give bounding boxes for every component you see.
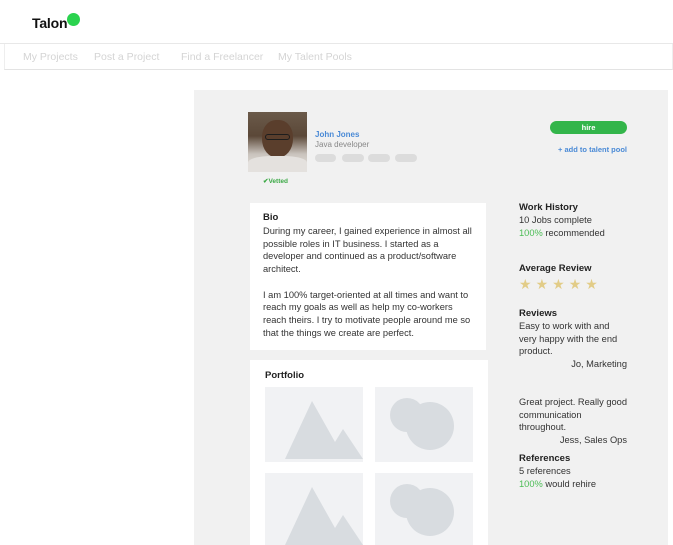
portfolio-card: Portfolio xyxy=(250,360,488,545)
recommended-percent: 100% xyxy=(519,227,543,238)
skill-tag[interactable] xyxy=(368,154,390,162)
app-logo[interactable]: Talon xyxy=(32,15,67,31)
references-heading: References xyxy=(519,453,571,464)
main-nav: My Projects Post a Project Find a Freela… xyxy=(4,44,673,70)
jobs-complete: 10 Jobs complete xyxy=(519,215,592,225)
bio-heading: Bio xyxy=(263,212,279,223)
references-section: References 5 references 100% would rehir… xyxy=(519,453,639,490)
portfolio-heading: Portfolio xyxy=(265,370,305,381)
nav-find-a-freelancer[interactable]: Find a Freelancer xyxy=(181,51,263,63)
average-review-section: Average Review ★★★★★ xyxy=(519,263,639,291)
star-rating: ★★★★★ xyxy=(519,277,639,291)
circles-placeholder-icon xyxy=(390,484,454,536)
reviews-heading: Reviews xyxy=(519,308,558,319)
rehire-label: would rehire xyxy=(542,478,597,489)
portfolio-item[interactable] xyxy=(375,473,473,545)
mountain-placeholder-icon xyxy=(285,487,363,545)
mountain-placeholder-icon xyxy=(285,401,363,459)
review-author: Jess, Sales Ops xyxy=(559,435,627,446)
star-icon: ★ xyxy=(585,276,602,292)
references-count: 5 references xyxy=(519,466,571,476)
star-icon: ★ xyxy=(568,276,586,292)
nav-my-projects[interactable]: My Projects xyxy=(23,51,78,63)
avatar-glasses xyxy=(265,134,290,140)
portfolio-item[interactable] xyxy=(265,387,363,462)
logo-dot-icon xyxy=(67,13,80,26)
star-icon: ★ xyxy=(519,276,536,292)
skill-tag[interactable] xyxy=(395,154,417,162)
review-item: Great project. Really good communication… xyxy=(519,396,627,447)
avatar xyxy=(248,112,307,172)
vetted-label: Vetted xyxy=(268,178,288,185)
bio-card: Bio During my career, I gained experienc… xyxy=(250,203,486,350)
star-icon: ★ xyxy=(535,276,553,292)
reviews-section: Reviews Easy to work with and very happy… xyxy=(519,308,627,371)
review-text: Great project. Really good communication… xyxy=(519,397,628,433)
rehire-line: 100% would rehire xyxy=(519,478,639,491)
top-header: Talon xyxy=(0,0,673,44)
review-text: Easy to work with and very happy with th… xyxy=(519,321,618,357)
skill-tag[interactable] xyxy=(315,154,336,162)
work-history-section: Work History 10 Jobs complete 100% recom… xyxy=(519,202,639,239)
recommended-label: recommended xyxy=(542,227,605,238)
avatar-shirt xyxy=(248,156,307,172)
circles-placeholder-icon xyxy=(390,398,454,450)
bio-paragraph: During my career, I gained experience in… xyxy=(263,226,472,275)
nav-my-talent-pools[interactable]: My Talent Pools xyxy=(278,51,352,63)
bio-paragraph: I am 100% target-oriented at all times a… xyxy=(263,289,471,338)
recommended-line: 100% recommended xyxy=(519,227,639,240)
skill-tag[interactable] xyxy=(342,154,364,162)
review-author: Jo, Marketing xyxy=(571,359,627,370)
add-to-talent-pool-link[interactable]: + add to talent pool xyxy=(550,145,627,154)
vetted-badge: ✔Vetted xyxy=(263,177,288,185)
average-review-heading: Average Review xyxy=(519,263,592,274)
freelancer-title: Java developer xyxy=(315,140,370,149)
work-history-heading: Work History xyxy=(519,202,578,213)
portfolio-item[interactable] xyxy=(375,387,473,462)
nav-post-a-project[interactable]: Post a Project xyxy=(94,51,159,63)
freelancer-name: John Jones xyxy=(315,130,360,139)
rehire-percent: 100% xyxy=(519,478,543,489)
hire-button[interactable]: hire xyxy=(550,121,627,134)
star-icon: ★ xyxy=(552,276,569,292)
bio-text: During my career, I gained experience in… xyxy=(263,225,478,339)
portfolio-item[interactable] xyxy=(265,473,363,545)
